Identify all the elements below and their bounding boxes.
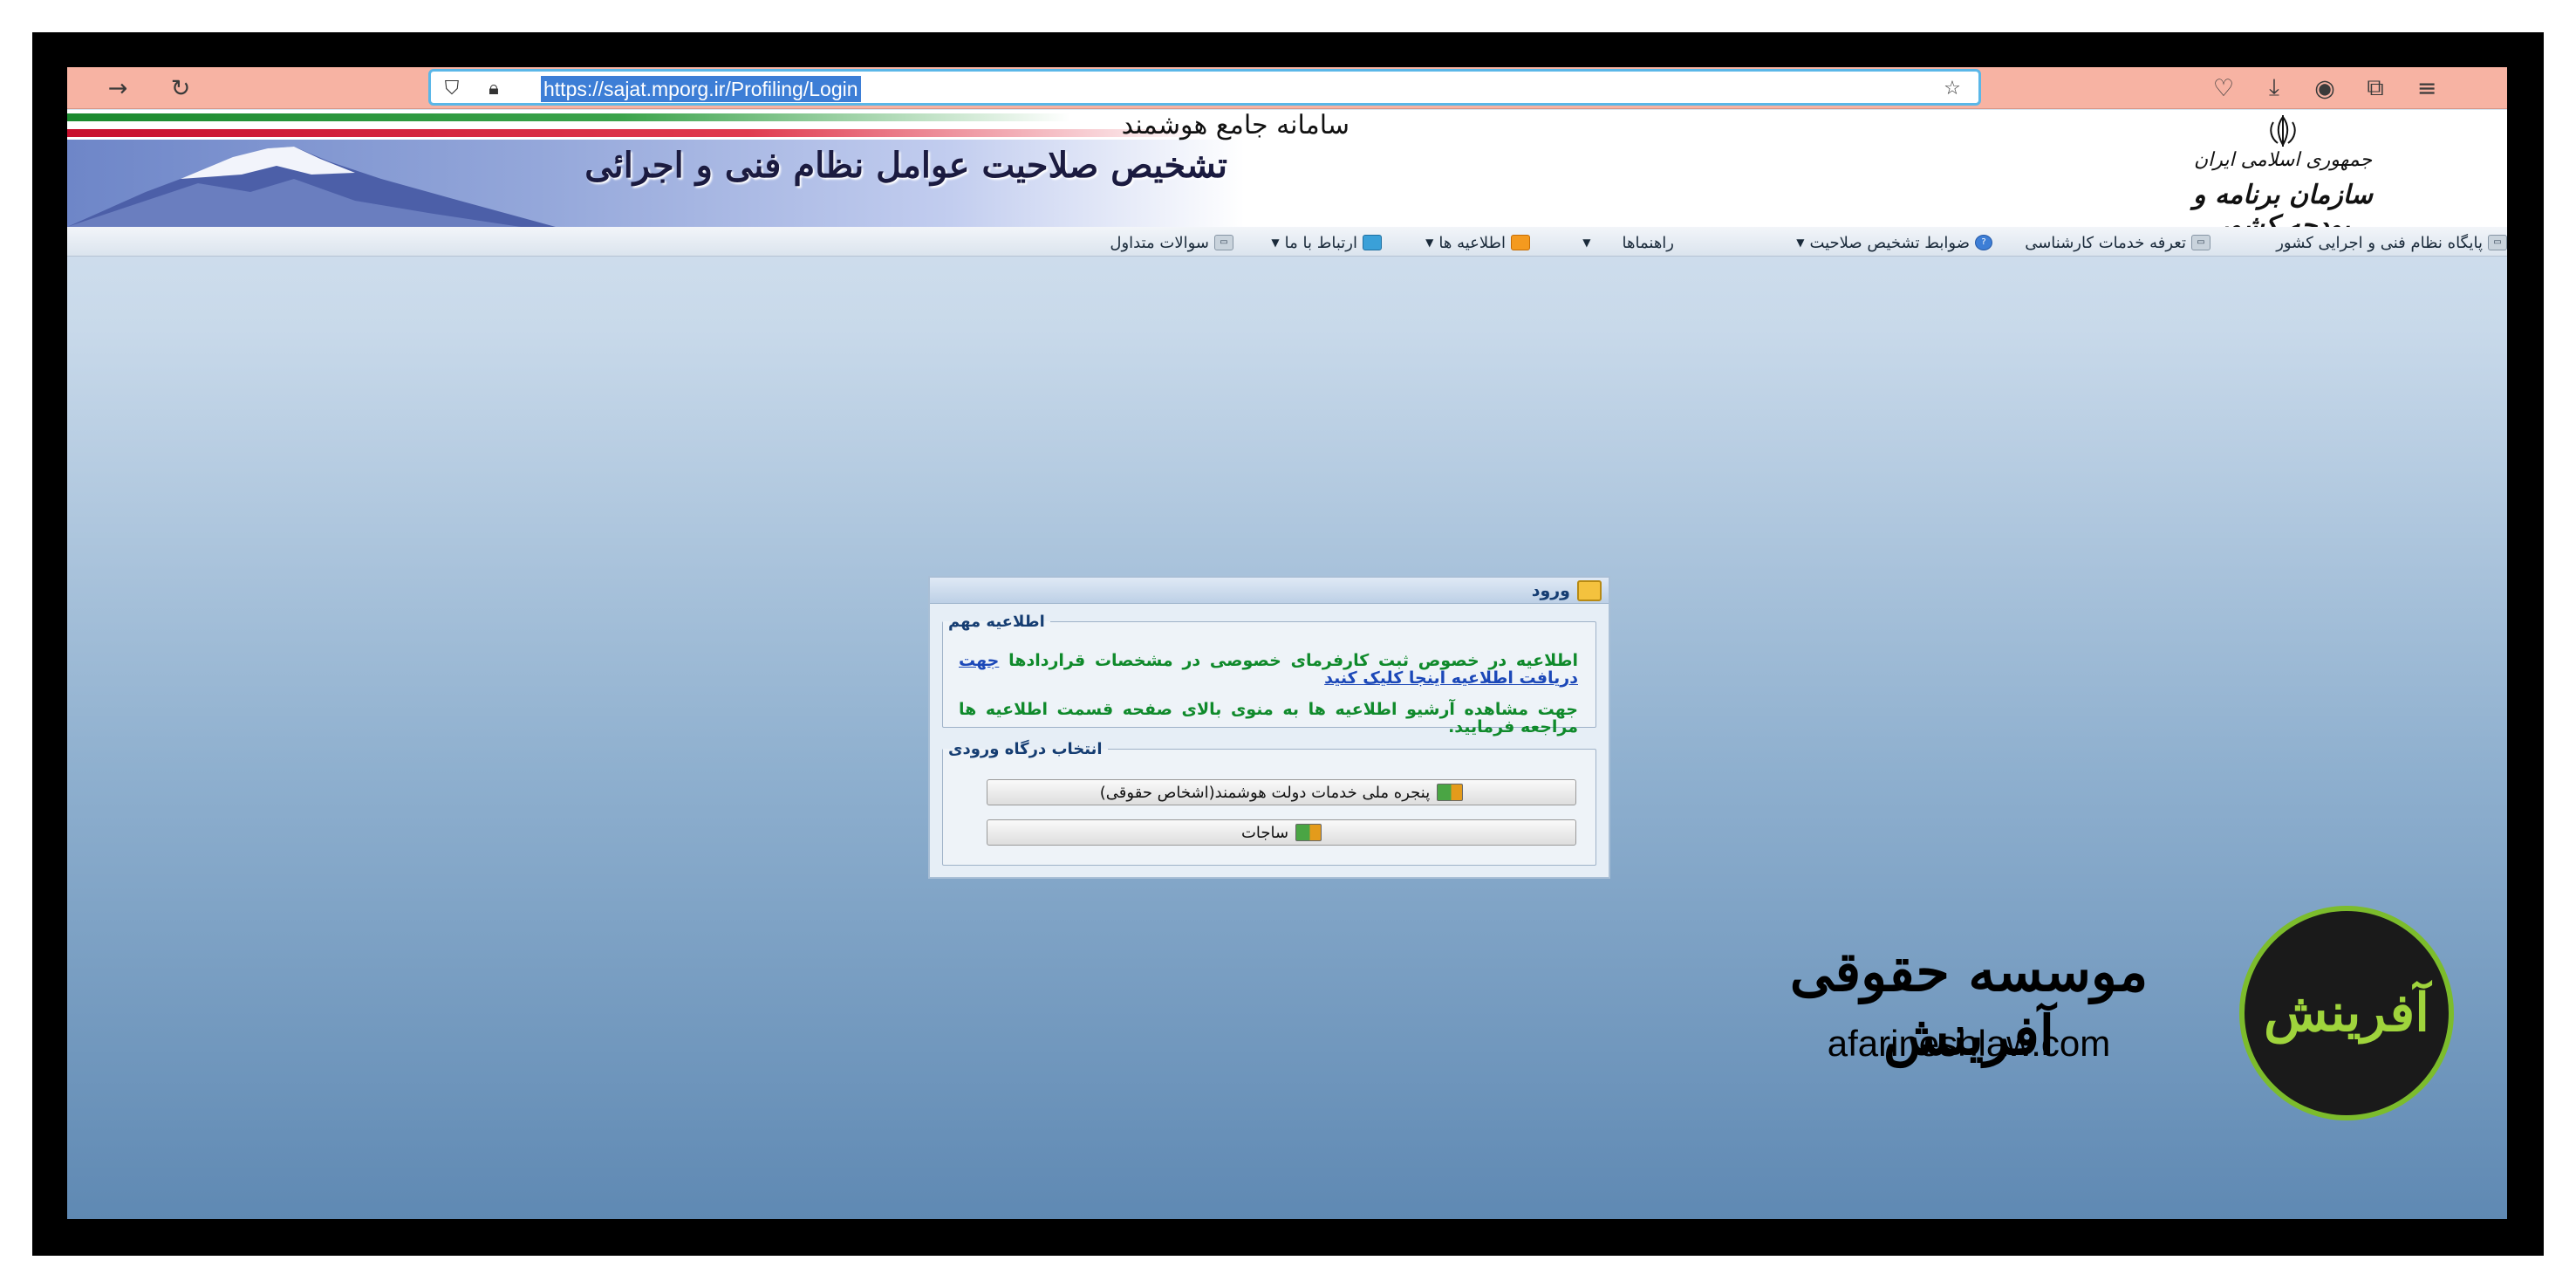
link-icon: ▭ bbox=[1214, 235, 1233, 250]
login-arrow-icon bbox=[1295, 824, 1322, 841]
notice-text-2: جهت مشاهده آرشیو اطلاعیه ها به منوی بالا… bbox=[959, 700, 1578, 736]
menu-item-faq[interactable]: ▭ سوالات متداول bbox=[1110, 232, 1233, 253]
rss-icon bbox=[1511, 235, 1530, 250]
menu-item-rules[interactable]: ? ضوابط تشخیص صلاحیت ▼ bbox=[1796, 232, 1992, 253]
contact-icon bbox=[1363, 235, 1382, 250]
notice-legend: اطلاعیه مهم bbox=[948, 613, 1045, 631]
shield-icon[interactable]: ⛉ bbox=[438, 74, 466, 102]
button-label: پنجره ملی خدمات دولت هوشمند(اشخاص حقوقی) bbox=[1099, 783, 1431, 802]
help-icon: ? bbox=[1975, 235, 1992, 250]
link-icon: ▭ bbox=[2191, 235, 2210, 250]
download-icon[interactable]: ⤓ bbox=[2258, 72, 2290, 104]
screenshot-frame: → ↻ ⛉ 🔒︎ https://sajat.mporg.ir/Profilin… bbox=[0, 0, 2576, 1288]
menu-item-announcements[interactable]: اطلاعیه ها ▼ bbox=[1425, 232, 1530, 253]
portal-legend: انتخاب درگاه ورودی bbox=[948, 740, 1103, 758]
menu-item-contact[interactable]: ارتباط با ما ▼ bbox=[1271, 232, 1382, 253]
forward-arrow-icon[interactable]: → bbox=[102, 72, 133, 104]
lock-icon[interactable]: 🔒︎ bbox=[480, 74, 508, 102]
menu-icon[interactable]: ≡ bbox=[2411, 72, 2443, 104]
org-line-1: جمهوری اسلامی ایران bbox=[2193, 149, 2373, 171]
url-text[interactable]: https://sajat.mporg.ir/Profiling/Login bbox=[541, 76, 861, 102]
sajat-login-button[interactable]: ساجات bbox=[987, 819, 1576, 846]
link-icon: ▭ bbox=[2488, 235, 2507, 250]
menu-item-label: ضوابط تشخیص صلاحیت bbox=[1809, 233, 1970, 252]
extensions-icon[interactable]: ⧉ bbox=[2360, 72, 2391, 104]
site-subtitle: سامانه جامع هوشمند bbox=[1121, 110, 1349, 140]
login-panel-header: ورود bbox=[930, 578, 1609, 604]
notice-1: اطلاعیه در خصوص ثبت کارفرمای خصوصی در مش… bbox=[1008, 651, 1579, 670]
pocket-icon[interactable]: ♡ bbox=[2208, 72, 2239, 104]
afarinesh-logo: آفرینش bbox=[2239, 906, 2454, 1120]
green-stripe bbox=[67, 113, 1070, 121]
watermark-url: afarineshlaw.com bbox=[1827, 1023, 2111, 1064]
browser-window: → ↻ ⛉ 🔒︎ https://sajat.mporg.ir/Profilin… bbox=[67, 67, 2507, 1219]
account-icon[interactable]: ◉ bbox=[2309, 72, 2340, 104]
logo-text: آفرینش bbox=[2264, 983, 2429, 1044]
address-bar[interactable]: ⛉ 🔒︎ https://sajat.mporg.ir/Profiling/Lo… bbox=[428, 69, 1981, 106]
chevron-down-icon: ▼ bbox=[1425, 236, 1434, 249]
chevron-down-icon: ▼ bbox=[1582, 236, 1591, 249]
star-icon[interactable]: ☆ bbox=[1938, 74, 1966, 102]
menu-item-label: تعرفه خدمات کارشناسی bbox=[2025, 233, 2186, 252]
iran-emblem-icon bbox=[2270, 115, 2296, 147]
chevron-down-icon: ▼ bbox=[1796, 236, 1805, 249]
menu-item-tariff[interactable]: ▭ تعرفه خدمات کارشناسی bbox=[2025, 232, 2210, 253]
main-menu: ▭ پایگاه نظام فنی و اجرایی کشور ▭ تعرفه … bbox=[67, 227, 2507, 257]
menu-item-label: ارتباط با ما bbox=[1284, 233, 1357, 252]
chevron-down-icon: ▼ bbox=[1271, 236, 1280, 249]
reload-icon[interactable]: ↻ bbox=[165, 72, 196, 104]
browser-toolbar: → ↻ ⛉ 🔒︎ https://sajat.mporg.ir/Profilin… bbox=[67, 67, 2507, 109]
menu-item-label: پایگاه نظام فنی و اجرایی کشور bbox=[2276, 233, 2483, 252]
flag-stripes bbox=[67, 110, 1201, 140]
login-lock-icon bbox=[1577, 580, 1602, 601]
menu-item-label: اطلاعیه ها bbox=[1438, 233, 1506, 252]
login-arrow-icon bbox=[1437, 784, 1464, 801]
button-label: ساجات bbox=[1240, 823, 1289, 842]
site-header: سامانه جامع هوشمند تشخیص صلاحیت عوامل نظ… bbox=[67, 110, 2507, 241]
notice-text-1: اطلاعیه در خصوص ثبت کارفرمای خصوصی در مش… bbox=[959, 652, 1578, 687]
notice-fieldset: اطلاعیه مهم اطلاعیه در خصوص ثبت کارفرمای… bbox=[942, 613, 1596, 736]
menu-item-guides[interactable]: راهنماها ▼ bbox=[1582, 232, 1674, 253]
menu-item-label: راهنماها bbox=[1622, 233, 1674, 252]
login-title: ورود bbox=[1531, 581, 1570, 600]
login-panel: ورود اطلاعیه مهم اطلاعیه در خصوص ثبت کار… bbox=[928, 576, 1610, 879]
menu-item-mporg[interactable]: ▭ پایگاه نظام فنی و اجرایی کشور bbox=[2276, 232, 2507, 253]
menu-item-label: سوالات متداول bbox=[1110, 233, 1209, 252]
national-window-login-button[interactable]: پنجره ملی خدمات دولت هوشمند(اشخاص حقوقی) bbox=[987, 779, 1576, 805]
portal-fieldset: انتخاب درگاه ورودی پنجره ملی خدمات دولت … bbox=[942, 740, 1596, 866]
site-title: تشخیص صلاحیت عوامل نظام فنی و اجرائی bbox=[584, 145, 1227, 186]
